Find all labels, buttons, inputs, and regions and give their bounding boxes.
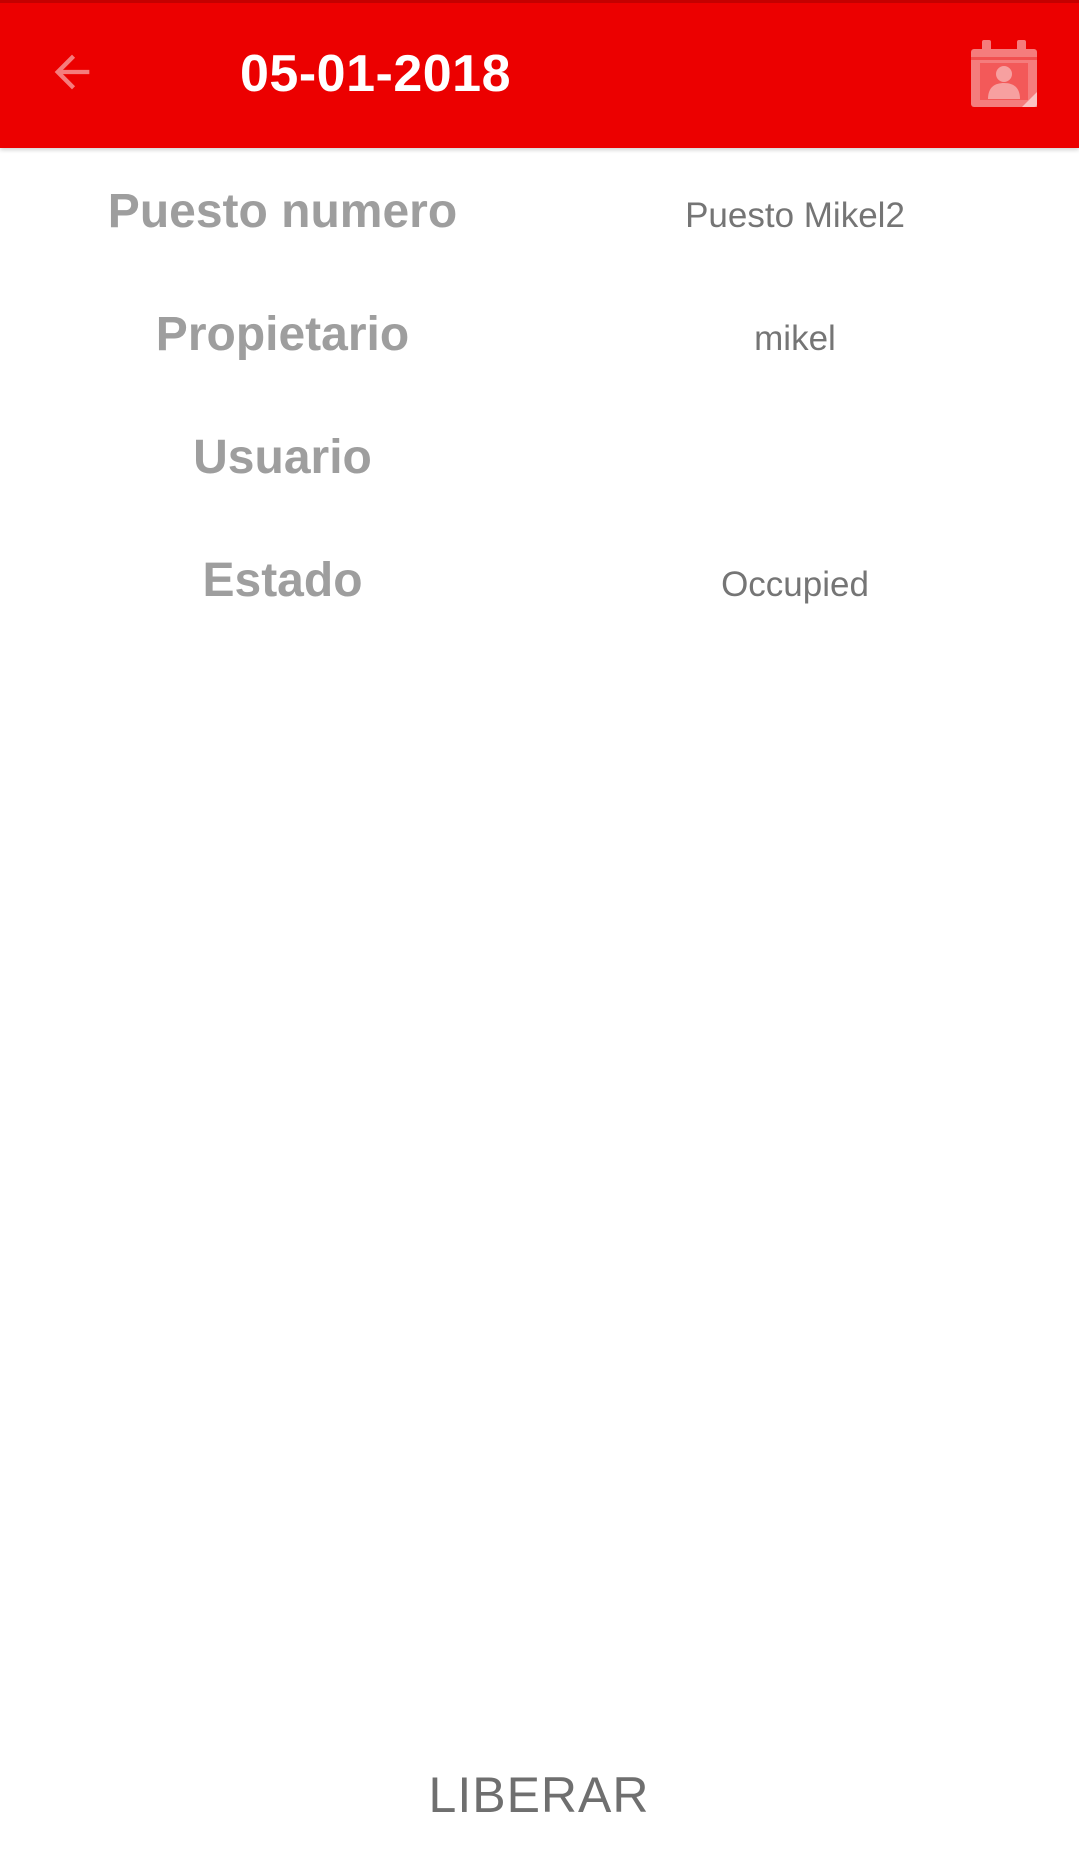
app-toolbar: 05-01-2018 xyxy=(0,0,1079,148)
detail-row-propietario: Propietario mikel xyxy=(0,271,1079,394)
value-puesto-numero: Puesto Mikel2 xyxy=(685,196,905,235)
toolbar-top-edge xyxy=(0,0,1079,3)
label-puesto-numero: Puesto numero xyxy=(107,185,458,238)
page-title: 05-01-2018 xyxy=(240,45,511,103)
detail-row-estado: Estado Occupied xyxy=(0,517,1079,640)
value-estado: Occupied xyxy=(721,565,869,604)
value-propietario: mikel xyxy=(754,319,836,358)
detail-row-usuario: Usuario xyxy=(0,394,1079,517)
details-list: Puesto numero Puesto Mikel2 Propietario … xyxy=(0,148,1079,640)
calendar-person-icon xyxy=(971,40,1037,107)
calendar-button[interactable] xyxy=(959,30,1049,120)
label-estado: Estado xyxy=(202,554,363,607)
arrow-back-icon xyxy=(54,54,90,90)
back-button[interactable] xyxy=(30,30,114,114)
release-button[interactable]: LIBERAR xyxy=(339,1740,739,1850)
label-usuario: Usuario xyxy=(193,431,372,484)
detail-row-puesto: Puesto numero Puesto Mikel2 xyxy=(0,148,1079,271)
booking-detail-screen: 05-01-2018 Puesto numero Puesto Mikel2 P… xyxy=(0,0,1079,1859)
label-propietario: Propietario xyxy=(155,308,410,361)
